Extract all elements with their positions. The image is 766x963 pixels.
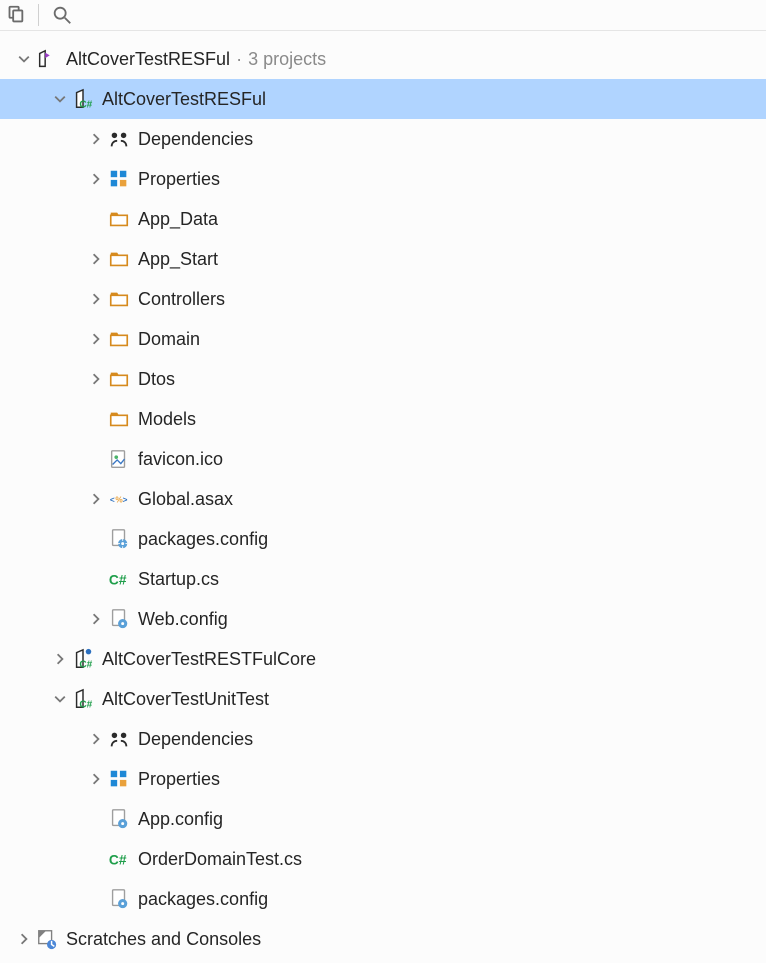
project-name: AltCoverTestUnitTest: [102, 689, 269, 710]
chevron-right-icon[interactable]: [84, 773, 108, 785]
properties-icon: [108, 768, 130, 790]
config-file-icon: [108, 608, 130, 630]
tree-item-label: favicon.ico: [138, 449, 223, 470]
tree-item-label: Properties: [138, 769, 220, 790]
csharp-project-icon: C#: [72, 688, 94, 710]
tree-item[interactable]: packages.config: [0, 519, 766, 559]
tree-item[interactable]: C# Startup.cs: [0, 559, 766, 599]
chevron-right-icon[interactable]: [84, 493, 108, 505]
tree-item[interactable]: App_Data: [0, 199, 766, 239]
tree-item-label: App_Start: [138, 249, 218, 270]
chevron-right-icon[interactable]: [84, 333, 108, 345]
chevron-right-icon[interactable]: [84, 613, 108, 625]
dependencies-icon: [108, 128, 130, 150]
chevron-right-icon[interactable]: [84, 133, 108, 145]
tree-item-label: Dependencies: [138, 729, 253, 750]
tree-item[interactable]: favicon.ico: [0, 439, 766, 479]
config-file-icon: [108, 528, 130, 550]
toolbar: [0, 0, 766, 31]
scratches-label: Scratches and Consoles: [66, 929, 261, 950]
folder-icon: [108, 408, 130, 430]
folder-icon: [108, 368, 130, 390]
svg-text:<: <: [110, 496, 115, 505]
svg-text:C#: C#: [109, 853, 127, 868]
svg-text:C#: C#: [79, 99, 92, 110]
project-node[interactable]: C# AltCoverTestRESTFulCore: [0, 639, 766, 679]
chevron-right-icon[interactable]: [84, 373, 108, 385]
tree-item-label: Dependencies: [138, 129, 253, 150]
tree-item[interactable]: Properties: [0, 759, 766, 799]
scratches-node[interactable]: Scratches and Consoles: [0, 919, 766, 959]
chevron-down-icon[interactable]: [48, 93, 72, 105]
chevron-right-icon[interactable]: [84, 293, 108, 305]
tree-item[interactable]: App_Start: [0, 239, 766, 279]
tree-item[interactable]: Properties: [0, 159, 766, 199]
tree-item-label: App_Data: [138, 209, 218, 230]
cs-file-icon: C#: [108, 848, 130, 870]
search-icon[interactable]: [51, 4, 73, 26]
folder-icon: [108, 248, 130, 270]
tree-item[interactable]: C# OrderDomainTest.cs: [0, 839, 766, 879]
toolbar-separator: [38, 4, 39, 26]
properties-icon: [108, 168, 130, 190]
tree-item[interactable]: Dependencies: [0, 119, 766, 159]
tree-item-label: Domain: [138, 329, 200, 350]
project-node[interactable]: C# AltCoverTestRESFul: [0, 79, 766, 119]
config-file-icon: [108, 888, 130, 910]
tree-item-label: OrderDomainTest.cs: [138, 849, 302, 870]
tree-item-label: packages.config: [138, 529, 268, 550]
chevron-right-icon[interactable]: [84, 733, 108, 745]
tree-item-label: Controllers: [138, 289, 225, 310]
chevron-right-icon[interactable]: [12, 933, 36, 945]
image-file-icon: [108, 448, 130, 470]
asax-file-icon: <%>: [108, 488, 130, 510]
tree-item[interactable]: Dtos: [0, 359, 766, 399]
tree-item[interactable]: <%> Global.asax: [0, 479, 766, 519]
folder-icon: [108, 208, 130, 230]
svg-text:C#: C#: [109, 573, 127, 588]
tree-item-label: Dtos: [138, 369, 175, 390]
tree-item-label: Global.asax: [138, 489, 233, 510]
dependencies-icon: [108, 728, 130, 750]
project-name: AltCoverTestRESTFulCore: [102, 649, 316, 670]
csharp-project-icon: C#: [72, 648, 94, 670]
tree-item[interactable]: App.config: [0, 799, 766, 839]
chevron-down-icon[interactable]: [48, 693, 72, 705]
tree-item-label: packages.config: [138, 889, 268, 910]
svg-text:C#: C#: [79, 699, 92, 710]
chevron-down-icon[interactable]: [12, 53, 36, 65]
csharp-project-icon: C#: [72, 88, 94, 110]
solution-project-count: 3 projects: [248, 49, 326, 70]
tree-item-label: Web.config: [138, 609, 228, 630]
svg-text:>: >: [123, 496, 128, 505]
svg-text:C#: C#: [79, 659, 92, 670]
project-node[interactable]: C# AltCoverTestUnitTest: [0, 679, 766, 719]
chevron-right-icon[interactable]: [84, 173, 108, 185]
scratches-icon: [36, 928, 58, 950]
folder-icon: [108, 288, 130, 310]
dot-separator: ·: [236, 49, 242, 70]
config-file-icon: [108, 808, 130, 830]
tree-item-label: Properties: [138, 169, 220, 190]
solution-name: AltCoverTestRESFul: [66, 49, 230, 70]
tree-item[interactable]: packages.config: [0, 879, 766, 919]
tree-item[interactable]: Controllers: [0, 279, 766, 319]
tree-item[interactable]: Web.config: [0, 599, 766, 639]
tree-item[interactable]: Models: [0, 399, 766, 439]
folder-icon: [108, 328, 130, 350]
tree-item[interactable]: Dependencies: [0, 719, 766, 759]
tree-item-label: Models: [138, 409, 196, 430]
project-name: AltCoverTestRESFul: [102, 89, 266, 110]
solution-node[interactable]: AltCoverTestRESFul · 3 projects: [0, 39, 766, 79]
tree-item-label: Startup.cs: [138, 569, 219, 590]
tree-item[interactable]: Domain: [0, 319, 766, 359]
solution-explorer-tree: AltCoverTestRESFul · 3 projects C# AltCo…: [0, 31, 766, 959]
copy-reference-icon[interactable]: [4, 4, 26, 26]
cs-file-icon: C#: [108, 568, 130, 590]
tree-item-label: App.config: [138, 809, 223, 830]
chevron-right-icon[interactable]: [84, 253, 108, 265]
solution-icon: [36, 48, 58, 70]
chevron-right-icon[interactable]: [48, 653, 72, 665]
